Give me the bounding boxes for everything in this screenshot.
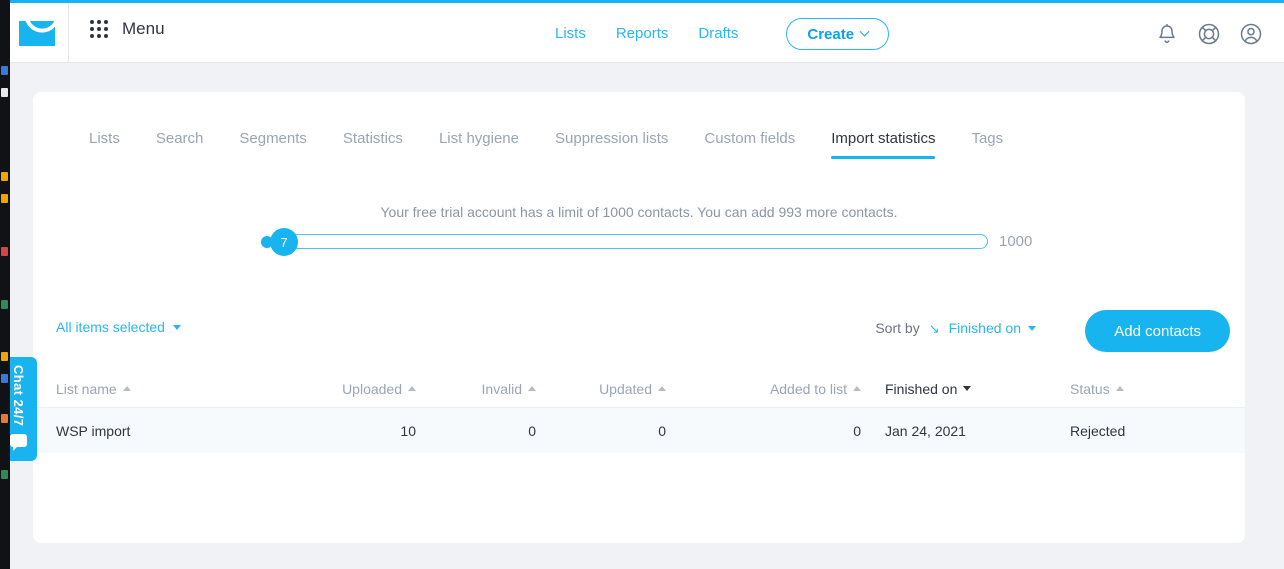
app-header: Menu Lists Reports Drafts Create bbox=[0, 3, 1284, 63]
column-header-added-to-list[interactable]: Added to list bbox=[666, 381, 861, 397]
envelope-logo-icon bbox=[19, 20, 55, 46]
user-account-icon[interactable] bbox=[1236, 19, 1266, 49]
create-button-label: Create bbox=[807, 25, 855, 43]
column-header-label: Invalid bbox=[481, 380, 522, 397]
selection-dropdown[interactable]: All items selected bbox=[56, 319, 181, 335]
sort-by-label: Sort by bbox=[875, 320, 920, 336]
help-lifebuoy-icon[interactable] bbox=[1194, 19, 1224, 49]
status-badge: Rejected bbox=[1070, 422, 1126, 439]
column-header-invalid[interactable]: Invalid bbox=[416, 381, 536, 397]
sort-ascending-icon bbox=[122, 386, 131, 391]
sort-control: Sort by ↘ Finished on bbox=[875, 320, 1036, 336]
column-header-label: List name bbox=[56, 380, 117, 397]
table-header-row: List name Uploaded Invalid Updated Added… bbox=[33, 370, 1245, 408]
sort-ascending-icon bbox=[408, 386, 416, 391]
slider-max-label: 1000 bbox=[999, 233, 1033, 250]
cell-invalid: 0 bbox=[528, 422, 536, 439]
notifications-bell-icon[interactable] bbox=[1152, 19, 1182, 49]
tab-list-hygiene[interactable]: List hygiene bbox=[421, 130, 537, 159]
sort-ascending-icon bbox=[1115, 386, 1124, 391]
column-header-label: Updated bbox=[599, 380, 652, 397]
column-header-updated[interactable]: Updated bbox=[536, 381, 666, 397]
tab-segments[interactable]: Segments bbox=[221, 130, 325, 159]
browser-bookmark-mark bbox=[1, 470, 8, 479]
sort-ascending-icon bbox=[528, 386, 536, 391]
browser-bookmark-mark bbox=[1, 194, 8, 203]
column-header-label: Status bbox=[1070, 380, 1110, 397]
sort-descending-icon bbox=[963, 386, 972, 391]
column-header-uploaded[interactable]: Uploaded bbox=[286, 381, 416, 397]
tab-import-statistics[interactable]: Import statistics bbox=[813, 130, 953, 159]
trial-limit-notice: Your free trial account has a limit of 1… bbox=[380, 204, 898, 220]
chevron-down-icon bbox=[1028, 325, 1036, 331]
main-menu-button[interactable]: Menu bbox=[90, 19, 165, 39]
column-header-label: Uploaded bbox=[342, 380, 402, 397]
create-button[interactable]: Create bbox=[786, 18, 890, 50]
chevron-down-icon bbox=[859, 26, 870, 37]
add-contacts-button[interactable]: Add contacts bbox=[1085, 310, 1230, 352]
browser-bookmark-mark bbox=[1, 414, 8, 423]
contacts-usage-slider[interactable]: 7 1000 bbox=[254, 222, 1032, 262]
table-row[interactable]: WSP import 10 0 0 0 Jan 24, 2021 Rejecte… bbox=[33, 408, 1245, 453]
cell-added-to-list: 0 bbox=[853, 422, 861, 439]
tab-lists[interactable]: Lists bbox=[71, 130, 138, 159]
browser-bookmark-mark bbox=[1, 172, 8, 181]
nav-link-lists[interactable]: Lists bbox=[555, 19, 586, 49]
import-statistics-table: List name Uploaded Invalid Updated Added… bbox=[33, 370, 1245, 453]
tab-search[interactable]: Search bbox=[138, 130, 222, 159]
app-logo[interactable] bbox=[15, 14, 59, 52]
browser-bookmark-mark bbox=[1, 88, 8, 97]
cell-finished-on: Jan 24, 2021 bbox=[885, 422, 966, 439]
header-nav: Lists Reports Drafts Create bbox=[555, 18, 890, 50]
list-toolbar: All items selected Sort by ↘ Finished on… bbox=[33, 310, 1245, 362]
column-header-list-name[interactable]: List name bbox=[56, 381, 286, 397]
browser-bookmark-mark bbox=[1, 66, 8, 75]
sort-field-label: Finished on bbox=[948, 320, 1021, 336]
selection-dropdown-label: All items selected bbox=[56, 319, 165, 335]
main-menu-label: Menu bbox=[122, 19, 165, 38]
slider-current-value-handle[interactable]: 7 bbox=[270, 228, 298, 256]
sort-ascending-icon bbox=[658, 386, 666, 391]
nav-link-reports[interactable]: Reports bbox=[616, 19, 669, 49]
sort-ascending-icon bbox=[853, 386, 861, 391]
browser-bookmark-mark bbox=[1, 374, 8, 383]
header-icon-group bbox=[1152, 19, 1266, 49]
column-header-label: Finished on bbox=[885, 380, 958, 397]
cell-updated: 0 bbox=[658, 422, 666, 439]
browser-bookmark-mark bbox=[1, 352, 8, 361]
header-divider bbox=[68, 3, 69, 62]
main-content-card: Lists Search Segments Statistics List hy… bbox=[33, 92, 1245, 543]
tab-custom-fields[interactable]: Custom fields bbox=[686, 130, 813, 159]
nav-link-drafts[interactable]: Drafts bbox=[698, 19, 738, 49]
cell-uploaded: 10 bbox=[400, 422, 416, 439]
column-header-status[interactable]: Status bbox=[1046, 381, 1206, 397]
top-accent-bar bbox=[0, 0, 1284, 3]
tab-tags[interactable]: Tags bbox=[953, 130, 1021, 159]
section-tabs: Lists Search Segments Statistics List hy… bbox=[71, 130, 1021, 159]
sort-direction-icon[interactable]: ↘ bbox=[929, 322, 940, 335]
chevron-down-icon bbox=[172, 324, 181, 330]
column-header-label: Added to list bbox=[769, 380, 847, 397]
tab-suppression-lists[interactable]: Suppression lists bbox=[537, 130, 686, 159]
column-header-finished-on[interactable]: Finished on bbox=[861, 381, 1046, 397]
speech-bubble-icon bbox=[10, 434, 27, 452]
chat-widget-label: Chat 24/7 bbox=[11, 365, 26, 427]
slider-track[interactable] bbox=[288, 234, 988, 249]
sort-field-dropdown[interactable]: Finished on bbox=[949, 320, 1036, 336]
tab-statistics[interactable]: Statistics bbox=[325, 130, 421, 159]
cell-list-name: WSP import bbox=[56, 422, 131, 439]
browser-window-edge bbox=[0, 0, 10, 569]
browser-bookmark-mark bbox=[1, 300, 8, 309]
grid-menu-icon bbox=[90, 20, 108, 38]
browser-bookmark-mark bbox=[1, 247, 8, 256]
